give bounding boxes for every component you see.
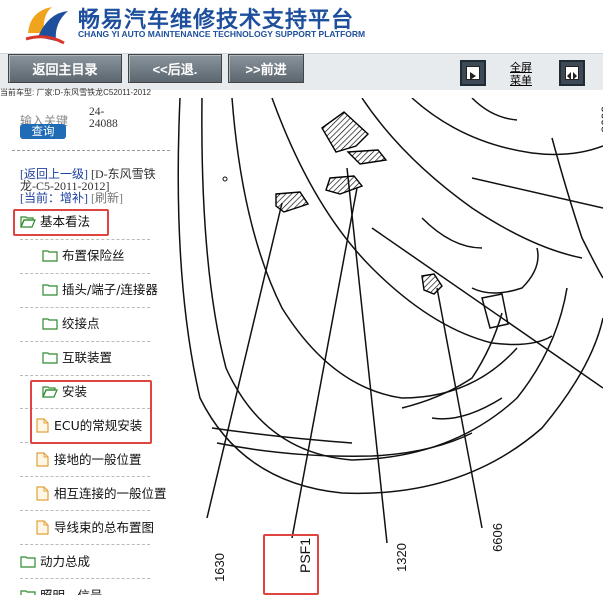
home-button[interactable]: 返回主目录 [8, 54, 122, 83]
divider [20, 408, 150, 409]
divider [20, 578, 150, 579]
tree-item-label: 接地的一般位置 [54, 452, 142, 467]
fullscreen-label-text: 全屏 菜单 [510, 61, 532, 87]
code-line-1: 24- [89, 106, 105, 118]
panel-icon [466, 66, 480, 80]
expand-icon [565, 66, 579, 80]
tree-item-label: 动力总成 [40, 554, 91, 569]
diagram-drawing [177, 98, 603, 544]
divider [20, 476, 150, 477]
tree-item-label: 导线束的总布置图 [54, 520, 155, 535]
document-icon [36, 452, 49, 467]
breadcrumb: [返回上一级] [D-东风雪铁龙-C5-2011-2012] [当前：增补] [… [20, 168, 170, 204]
code-block: 24- 24088 [89, 106, 118, 130]
folder-icon [20, 590, 36, 595]
toolbar: 返回主目录 <<后退. >>前进 全屏 菜单 [0, 54, 603, 90]
folder-icon [42, 352, 58, 364]
divider [20, 375, 150, 376]
diagram-callout-psf1: PSF1 [297, 538, 313, 574]
folder-icon [42, 250, 58, 262]
divider [20, 442, 150, 443]
tree-item-label: 互联装置 [62, 350, 113, 365]
logo-icon [25, 7, 68, 45]
forward-button[interactable]: >>前进 [228, 54, 304, 83]
tree-item-label: 布置保险丝 [62, 248, 125, 263]
diagram-callout-8600: 8600 [599, 106, 603, 133]
folder-icon [42, 318, 58, 330]
code-line-2: 24088 [89, 118, 118, 130]
diagram-callout-6606: 6606 [490, 523, 505, 552]
divider [20, 341, 150, 342]
breadcrumb-current[interactable]: [当前：增补] [20, 191, 88, 205]
divider [20, 510, 150, 511]
document-icon [36, 486, 49, 501]
tree-item-label: 照明 - 信号 [40, 585, 102, 595]
divider [12, 150, 170, 151]
sidebar: 输入关键 查询 24- 24088 [返回上一级] [D-东风雪铁龙-C5-20… [0, 98, 172, 595]
folder-open-icon [20, 216, 36, 228]
divider [20, 239, 150, 240]
folder-icon [42, 284, 58, 296]
tree-item-label: 基本看法 [40, 214, 91, 229]
folder-open-icon [42, 386, 58, 398]
current-vehicle: 当前车型: 厂家:D-东风雪铁龙C52011-2012 [0, 88, 151, 97]
tree-item-label: 绞接点 [62, 316, 100, 331]
document-icon [36, 520, 49, 535]
divider [20, 273, 150, 274]
expand-button[interactable] [559, 60, 585, 86]
tree-item-label: 插头/端子/连接器 [62, 282, 158, 297]
divider [20, 544, 150, 545]
tree-item-label: 相互连接的一般位置 [54, 486, 167, 501]
brand-subtitle: CHANG YI AUTO MAINTENANCE TECHNOLOGY SUP… [78, 29, 366, 39]
diagram-callout-1320: 1320 [394, 543, 409, 572]
refresh-link[interactable]: [刷新] [91, 191, 123, 205]
back-button[interactable]: <<后退. [128, 54, 222, 83]
wiring-diagram: 860070001630PSF113206606 [172, 98, 603, 595]
search-button[interactable]: 查询 [20, 124, 66, 139]
collapse-sidebar-button[interactable] [460, 60, 486, 86]
fullscreen-menu-link[interactable]: 全屏 菜单 [505, 61, 537, 87]
tree-item-label: ECU的常规安装 [54, 418, 143, 433]
divider [20, 307, 150, 308]
folder-icon [20, 556, 36, 568]
app-header: 畅易汽车维修技术支持平台 CHANG YI AUTO MAINTENANCE T… [0, 0, 603, 54]
tree-item-label: 安装 [62, 384, 88, 399]
diagram-callout-1630: 1630 [212, 553, 227, 582]
document-icon [36, 418, 49, 433]
